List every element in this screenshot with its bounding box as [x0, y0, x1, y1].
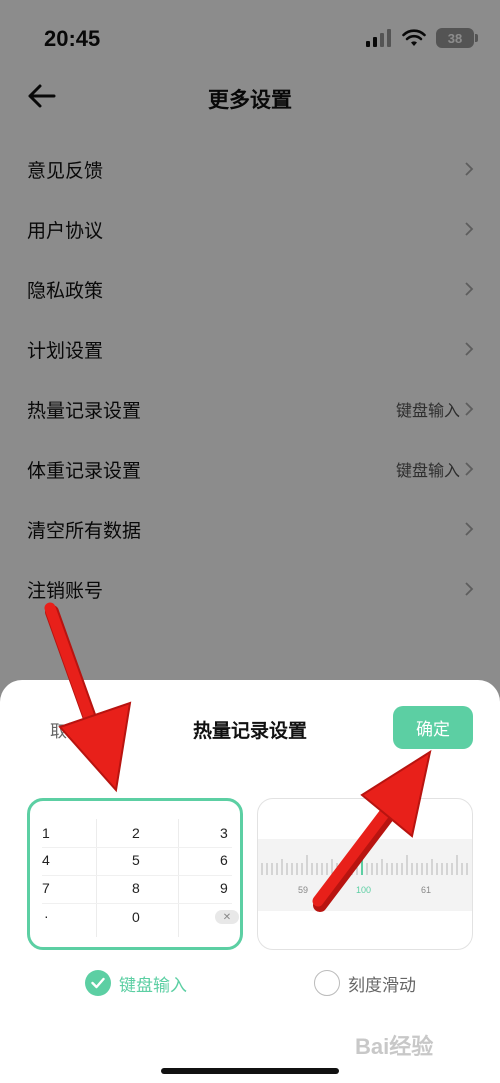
ruler-ticks	[261, 851, 468, 875]
keypad-key: 8	[132, 880, 140, 896]
radio-circle-icon	[314, 970, 340, 996]
watermark: Bai经验	[355, 1025, 485, 1065]
checkmark-icon	[85, 970, 111, 996]
keypad-key: 4	[42, 852, 50, 868]
ruler-label-active: 100	[356, 885, 372, 895]
confirm-button[interactable]: 确定	[393, 706, 473, 749]
keypad-key: 2	[132, 825, 140, 841]
scale-slide-card[interactable]: 59 100 61	[257, 798, 473, 950]
keypad-key: ·	[44, 908, 49, 924]
keypad-key: 7	[42, 880, 50, 896]
keypad-delete-icon: ✕	[215, 910, 239, 924]
bottom-sheet: 取消 热量记录设置 确定 1 2 3 4 5 6 7 8 9 · 0 ✕ 59	[0, 680, 500, 1083]
ruler-label: 61	[421, 885, 432, 895]
home-indicator	[161, 1068, 339, 1074]
radio-scale-slide[interactable]: 刻度滑动	[314, 970, 416, 996]
radio-label: 刻度滑动	[348, 975, 416, 996]
watermark-text: Bai经验	[355, 1034, 434, 1059]
radio-label: 键盘输入	[119, 975, 187, 996]
radio-keyboard-input[interactable]: 键盘输入	[85, 970, 187, 996]
keypad-key: 1	[42, 825, 50, 841]
ruler-label: 59	[298, 885, 309, 895]
keyboard-input-card[interactable]: 1 2 3 4 5 6 7 8 9 · 0 ✕	[27, 798, 243, 950]
keypad-key: 0	[132, 909, 140, 925]
ruler-preview: 59 100 61	[258, 839, 472, 911]
keypad-key: 5	[132, 852, 140, 868]
keypad-preview: 1 2 3 4 5 6 7 8 9 · 0 ✕	[30, 819, 240, 937]
